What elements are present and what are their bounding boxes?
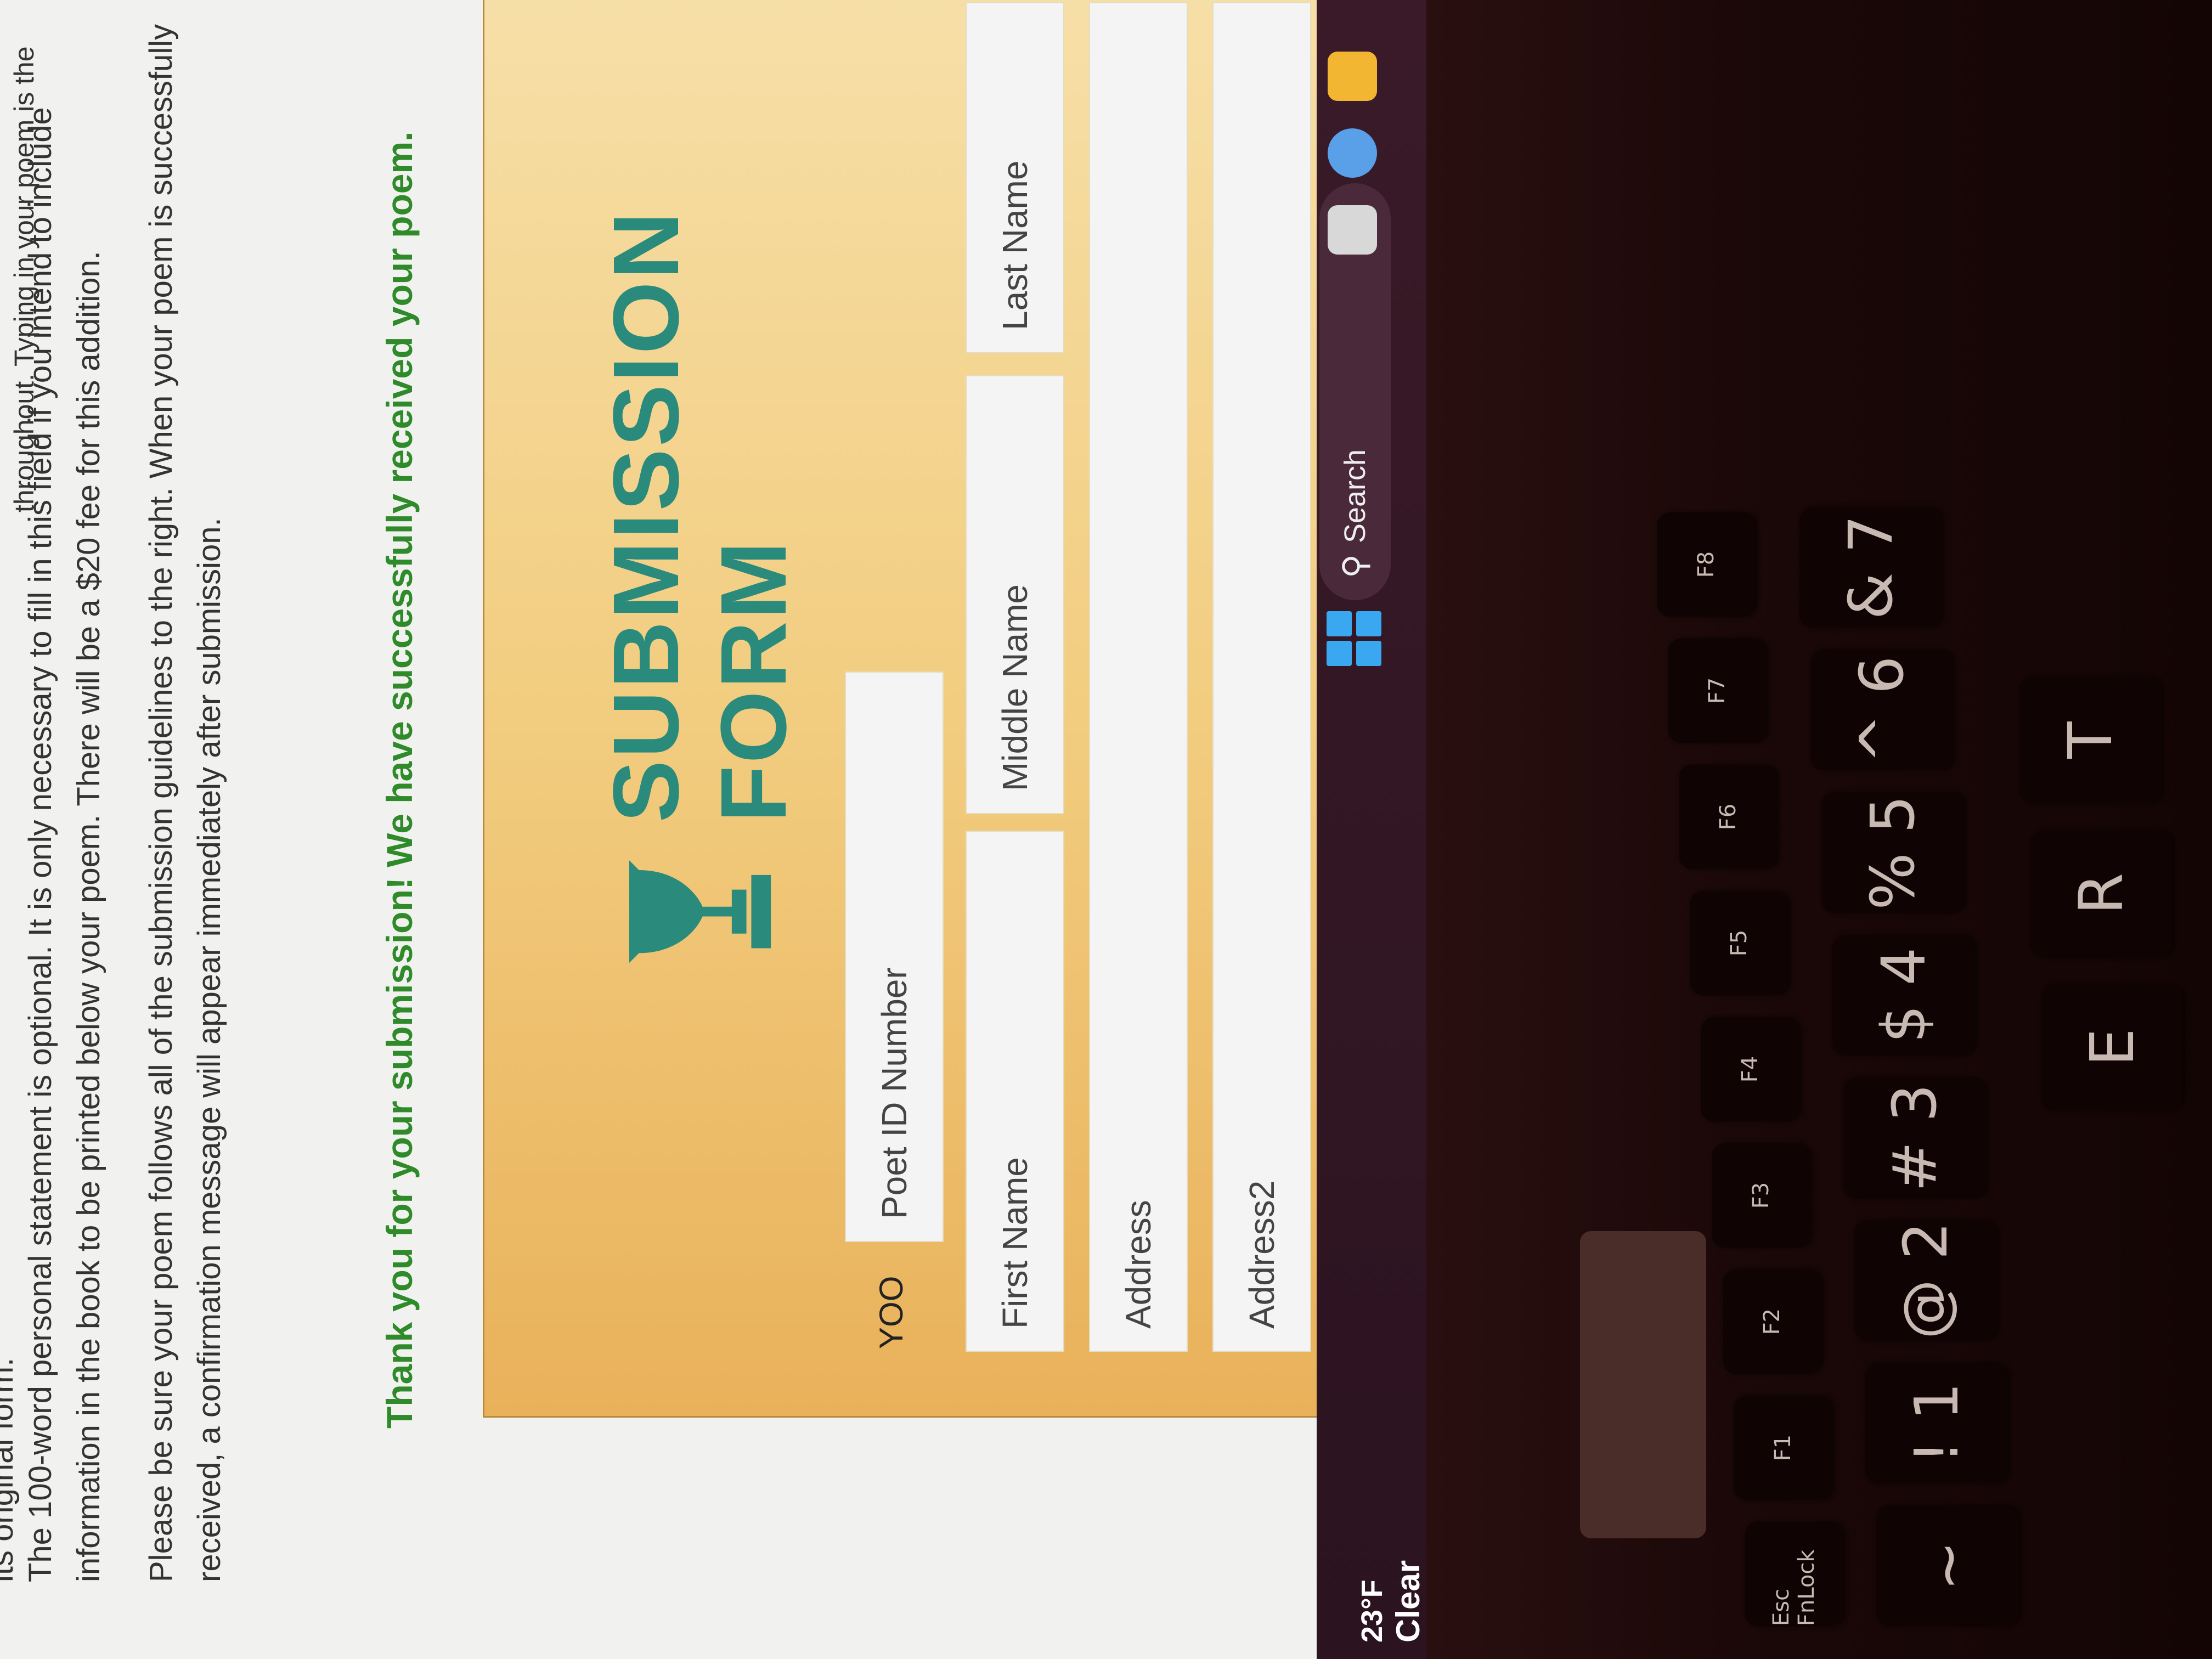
- laptop-keyboard: Esc FnLock F1 F2 F3 F4 F5 F6 F7 F8 ~ ! 1…: [1426, 0, 2212, 1659]
- key-f5[interactable]: F5: [1690, 891, 1788, 995]
- address2-placeholder: Address2: [1242, 1180, 1282, 1329]
- form-title: SUBMISSION FORM: [594, 210, 806, 823]
- search-icon: ⚲: [1336, 554, 1373, 578]
- key-2[interactable]: @ 2: [1854, 1220, 1997, 1341]
- key-f8[interactable]: F8: [1657, 512, 1756, 617]
- web-page: its original form. throughout. Typing in…: [0, 0, 1355, 1659]
- poet-id-placeholder: Poet ID Number: [874, 967, 914, 1219]
- trophy-icon: [629, 860, 771, 963]
- poet-id-prefix: YOO: [873, 1276, 910, 1349]
- key-f1[interactable]: F1: [1734, 1396, 1832, 1500]
- key-5[interactable]: % 5: [1821, 792, 1964, 913]
- last-name-placeholder: Last Name: [995, 160, 1035, 330]
- key-r[interactable]: R: [2030, 831, 2172, 957]
- address-input[interactable]: Address: [1089, 2, 1188, 1352]
- key-f7[interactable]: F7: [1668, 639, 1767, 743]
- key-f2[interactable]: F2: [1723, 1269, 1821, 1374]
- copilot-icon[interactable]: [1328, 128, 1377, 178]
- key-f6[interactable]: F6: [1679, 765, 1778, 869]
- file-explorer-icon[interactable]: [1328, 52, 1377, 101]
- first-name-placeholder: First Name: [995, 1157, 1035, 1329]
- address-placeholder: Address: [1119, 1200, 1158, 1329]
- key-f4[interactable]: F4: [1701, 1017, 1799, 1121]
- key-6[interactable]: ^ 6: [1810, 650, 1953, 770]
- key-7[interactable]: & 7: [1799, 507, 1942, 628]
- poet-id-input[interactable]: Poet ID Number: [845, 672, 944, 1242]
- windows-start-icon[interactable]: [1327, 611, 1381, 666]
- weather-temperature: 23°F: [1356, 1579, 1389, 1643]
- key-tilde[interactable]: ~: [1876, 1505, 2019, 1626]
- last-name-input[interactable]: Last Name: [966, 2, 1064, 353]
- key-3[interactable]: # 3: [1843, 1077, 1986, 1198]
- middle-name-input[interactable]: Middle Name: [966, 375, 1064, 814]
- search-label: Search: [1339, 449, 1372, 544]
- key-4[interactable]: $ 4: [1832, 935, 1975, 1056]
- weather-widget[interactable]: 23°F Clear: [1355, 1560, 1426, 1643]
- photo-scene: its original form. throughout. Typing in…: [0, 0, 2212, 1659]
- weather-condition: Clear: [1390, 1560, 1426, 1643]
- task-view-icon[interactable]: [1328, 205, 1377, 255]
- guidelines-paragraph: Please be sure your poem follows all of …: [143, 24, 227, 1582]
- form-header: SUBMISSION FORM: [592, 0, 808, 968]
- key-f3[interactable]: F3: [1712, 1143, 1810, 1248]
- key-esc[interactable]: Esc FnLock: [1745, 1522, 1843, 1626]
- optional-statement-paragraph: The 100-word personal statement is optio…: [22, 107, 106, 1582]
- middle-name-placeholder: Middle Name: [995, 584, 1035, 791]
- key-t[interactable]: T: [2019, 677, 2162, 803]
- first-name-input[interactable]: First Name: [966, 831, 1064, 1352]
- laptop-screen: its original form. throughout. Typing in…: [0, 0, 1426, 1659]
- address2-input[interactable]: Address2: [1212, 2, 1311, 1352]
- key-e[interactable]: E: [2041, 984, 2183, 1110]
- confirmation-message: Thank you for your submission! We have s…: [379, 131, 420, 1429]
- webcam-hinge: [1580, 1231, 1706, 1538]
- key-1[interactable]: ! 1: [1865, 1363, 2008, 1483]
